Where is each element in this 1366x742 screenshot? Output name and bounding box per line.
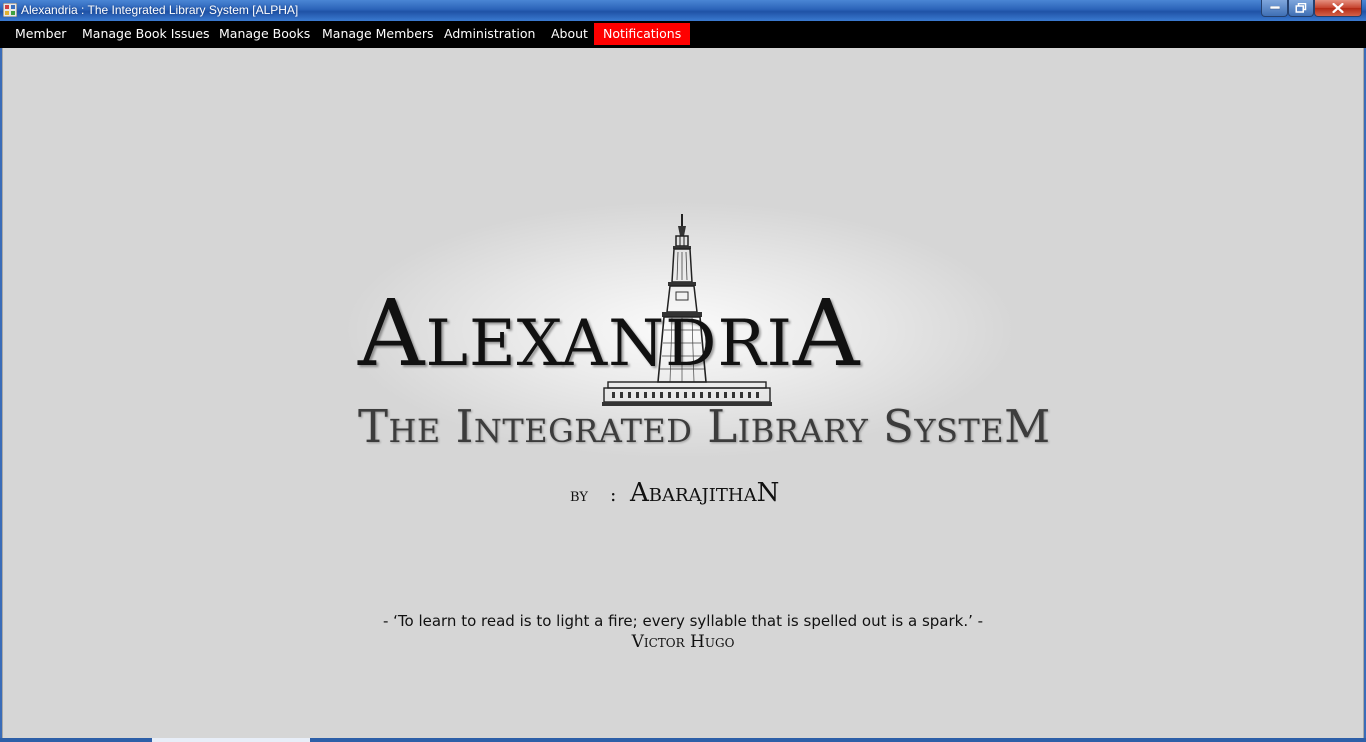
menu-about[interactable]: About xyxy=(542,23,597,45)
menu-manage-members[interactable]: Manage Members xyxy=(313,23,443,45)
menu-manage-books[interactable]: Manage Books xyxy=(210,23,319,45)
restore-icon xyxy=(1295,3,1307,13)
app-name: AlexandriA xyxy=(358,280,861,387)
title-bar[interactable]: Alexandria : The Integrated Library Syst… xyxy=(0,0,1366,21)
menu-member[interactable]: Member xyxy=(6,23,75,45)
byline-separator: : xyxy=(610,484,617,506)
menu-bar: Member Manage Book Issues Manage Books M… xyxy=(0,21,1366,48)
close-button[interactable] xyxy=(1314,0,1362,17)
taskbar-active-item[interactable] xyxy=(152,738,310,742)
app-window: Alexandria : The Integrated Library Syst… xyxy=(0,0,1366,742)
close-icon xyxy=(1332,3,1344,13)
byline-label: by xyxy=(570,484,588,506)
menu-manage-book-issues[interactable]: Manage Book Issues xyxy=(73,23,219,45)
restore-button[interactable] xyxy=(1288,0,1314,17)
app-logo: AlexandriA The Integrated Library SysteM xyxy=(340,200,1051,460)
menu-notifications[interactable]: Notifications xyxy=(594,23,691,45)
app-tagline: The Integrated Library SysteM xyxy=(358,400,1051,453)
app-icon xyxy=(3,3,17,17)
quote-text: - ‘To learn to read is to light a fire; … xyxy=(382,612,984,630)
minimize-icon xyxy=(1269,6,1280,10)
menu-administration[interactable]: Administration xyxy=(435,23,544,45)
window-title: Alexandria : The Integrated Library Syst… xyxy=(21,3,299,17)
minimize-button[interactable] xyxy=(1261,0,1288,17)
quote-author: Victor Hugo xyxy=(631,632,735,652)
author-name: AbarajithaN xyxy=(630,478,780,508)
